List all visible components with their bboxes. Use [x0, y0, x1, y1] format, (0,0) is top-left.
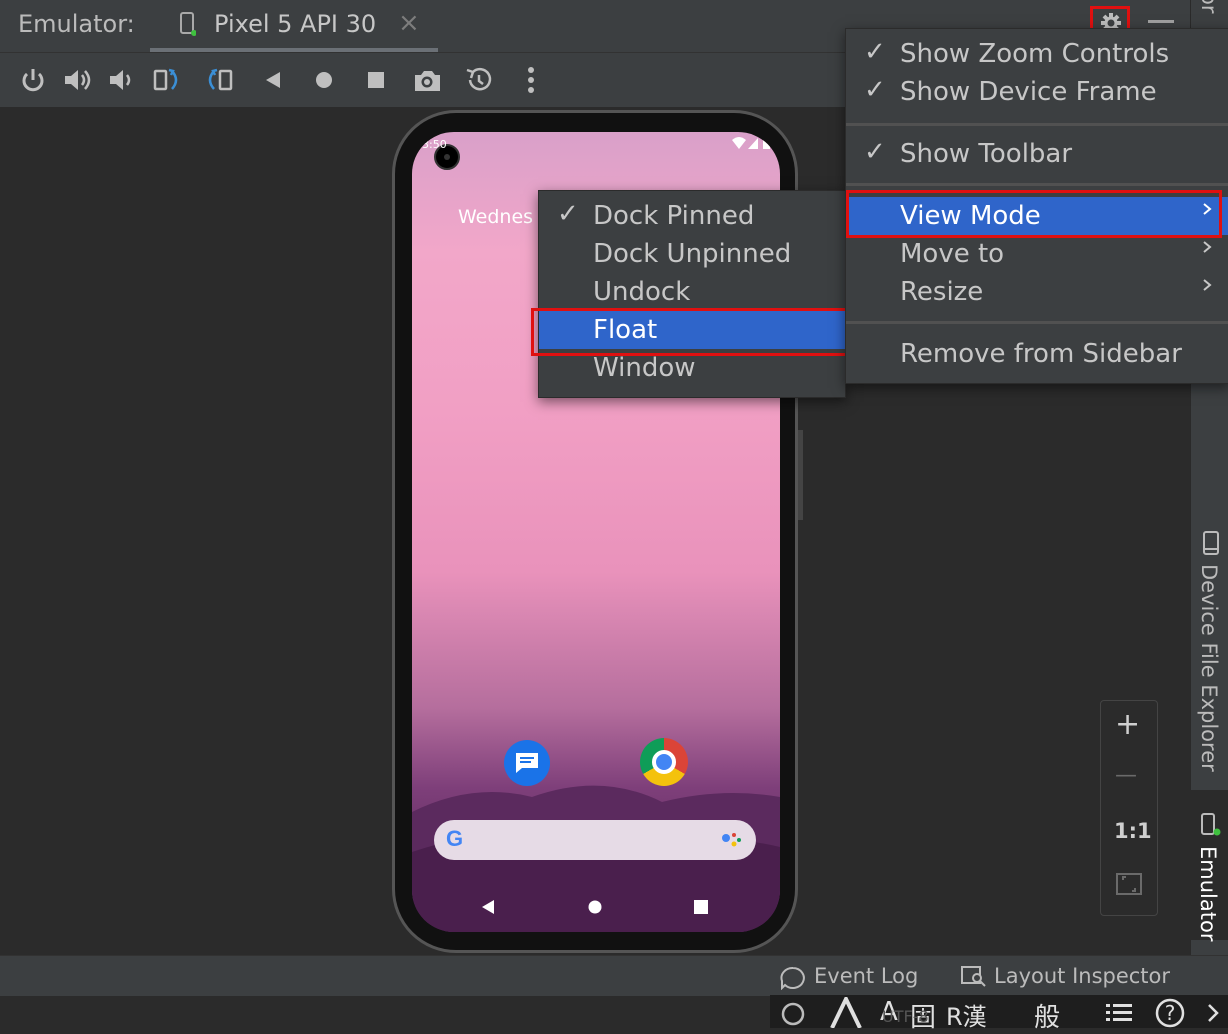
- help-icon[interactable]: ?: [1154, 998, 1186, 1028]
- close-icon[interactable]: ×: [398, 8, 420, 38]
- menu-item-resize[interactable]: Resize: [846, 273, 1228, 311]
- menu-separator: [846, 321, 1228, 324]
- nav-home-icon[interactable]: [587, 898, 603, 916]
- tab-pixel-5-api-30[interactable]: Pixel 5 API 30 ×: [150, 0, 438, 52]
- menu-separator: [846, 123, 1228, 126]
- rotate-right-icon[interactable]: [204, 65, 234, 95]
- nav-overview-icon[interactable]: [693, 898, 709, 916]
- layout-inspector-label: Layout Inspector: [994, 964, 1171, 988]
- actual-size-button[interactable]: 1:1: [1114, 819, 1152, 843]
- speech-bubble-icon: [780, 966, 805, 990]
- sidebar-item-device-file-explorer[interactable]: Device File Explorer: [1197, 564, 1221, 772]
- event-log-label: Event Log: [814, 964, 919, 988]
- message-icon: [516, 753, 538, 773]
- volume-up-icon[interactable]: [62, 65, 92, 95]
- layout-inspector-icon: [961, 966, 986, 987]
- minimize-icon[interactable]: [1148, 20, 1174, 23]
- more-icon[interactable]: [516, 65, 546, 95]
- menu-item-float[interactable]: Float: [539, 311, 845, 349]
- settings-menu: ✓ Show Zoom Controls ✓ Show Device Frame…: [845, 28, 1228, 384]
- tab-label: Pixel 5 API 30: [214, 10, 377, 38]
- date-widget[interactable]: Wednes: [458, 206, 533, 228]
- home-icon[interactable]: [310, 65, 340, 95]
- chevron-right-icon: [1203, 203, 1212, 215]
- menu-item-show-toolbar[interactable]: ✓ Show Toolbar: [846, 135, 1228, 173]
- tool-window-title: Emulator:: [18, 10, 135, 38]
- messages-app-icon[interactable]: [504, 740, 550, 786]
- svg-text:?: ?: [1165, 1001, 1176, 1025]
- status-bar: Event Log Layout Inspector: [0, 955, 1228, 996]
- sidebar-item-label: Emulator: [1196, 846, 1220, 942]
- event-log-button[interactable]: Event Log: [780, 956, 920, 996]
- menu-item-dock-pinned[interactable]: ✓ Dock Pinned: [539, 197, 845, 235]
- menu-item-window[interactable]: Window: [539, 349, 845, 387]
- input-method-bar: A 固 R漢 UTF-8 般 ?: [770, 995, 1228, 1033]
- ime-item[interactable]: R漢: [946, 997, 987, 1032]
- view-mode-submenu: ✓ Dock Pinned Dock Unpinned Undock Float…: [538, 190, 846, 398]
- menu-item-dock-unpinned[interactable]: Dock Unpinned: [539, 235, 845, 273]
- status-time: 3:50: [422, 138, 447, 151]
- rotate-left-icon[interactable]: [152, 65, 182, 95]
- volume-down-icon[interactable]: [106, 65, 136, 95]
- check-icon: ✓: [557, 199, 579, 229]
- menu-item-view-mode[interactable]: View Mode: [846, 197, 1228, 235]
- phone-icon: [180, 12, 196, 36]
- chevron-right-icon: [1203, 279, 1212, 291]
- device-icon: [1203, 531, 1219, 555]
- fit-screen-icon[interactable]: [1115, 871, 1143, 897]
- menu-item-undock[interactable]: Undock: [539, 273, 845, 311]
- chevron-right-icon[interactable]: [1206, 1003, 1220, 1023]
- chrome-app-icon[interactable]: [640, 738, 688, 786]
- phone-icon: [1201, 813, 1221, 836]
- nav-back-icon[interactable]: [480, 898, 496, 916]
- menu-item-move-to[interactable]: Move to: [846, 235, 1228, 273]
- status-icons: [732, 137, 770, 149]
- menu-item-show-device-frame[interactable]: ✓ Show Device Frame: [846, 73, 1228, 111]
- google-logo-icon: G: [446, 826, 464, 851]
- check-icon: ✓: [864, 75, 886, 105]
- list-icon[interactable]: [1104, 1001, 1134, 1025]
- font-a-icon[interactable]: [828, 997, 864, 1028]
- assistant-icon[interactable]: [720, 830, 742, 850]
- menu-item-show-zoom-controls[interactable]: ✓ Show Zoom Controls: [846, 35, 1228, 73]
- snapshot-icon[interactable]: [464, 65, 494, 95]
- zoom-in-button[interactable]: +: [1115, 707, 1140, 742]
- sidebar-item-emulator[interactable]: Emulator: [1190, 790, 1228, 942]
- power-icon[interactable]: [18, 65, 48, 95]
- menu-item-remove-from-sidebar[interactable]: Remove from Sidebar: [846, 335, 1228, 373]
- layout-inspector-button[interactable]: Layout Inspector: [960, 956, 1180, 996]
- chevron-right-icon: [1203, 241, 1212, 253]
- screenshot-icon[interactable]: [412, 65, 442, 95]
- circle-icon[interactable]: [780, 1001, 806, 1027]
- google-search-bar[interactable]: G: [434, 820, 756, 860]
- encoding-label[interactable]: UTF-8: [882, 1007, 929, 1026]
- overview-icon[interactable]: [362, 65, 392, 95]
- device-side-button: [798, 430, 803, 520]
- back-icon[interactable]: [258, 65, 288, 95]
- check-icon: ✓: [864, 37, 886, 67]
- check-icon: ✓: [864, 137, 886, 167]
- zoom-out-button[interactable]: —: [1115, 763, 1137, 788]
- sidebar-item-partial[interactable]: or: [1197, 0, 1221, 13]
- tab-underline: [150, 48, 438, 52]
- ime-item[interactable]: 般: [1034, 997, 1060, 1034]
- menu-separator: [846, 183, 1228, 186]
- zoom-controls: + — 1:1: [1100, 700, 1158, 916]
